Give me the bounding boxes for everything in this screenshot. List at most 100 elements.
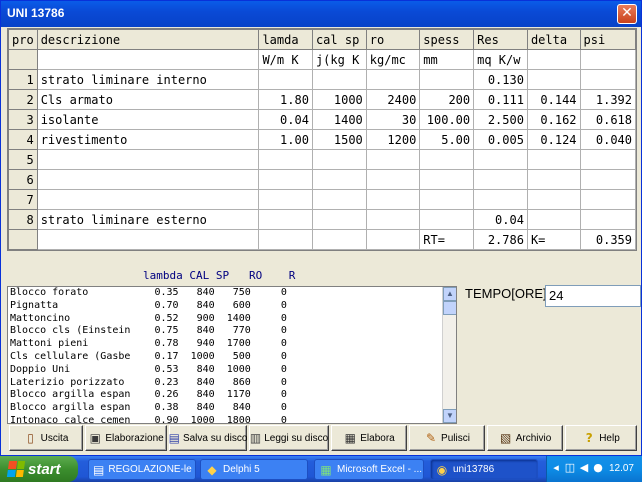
list-item[interactable]: Blocco argilla espan 0.38 840 840 0: [8, 402, 456, 415]
volume-icon[interactable]: ◀: [577, 461, 591, 475]
list-item[interactable]: Mattoni pieni 0.78 940 1700 0: [8, 338, 456, 351]
help-button[interactable]: ? Help: [565, 425, 637, 451]
grid-cell-spess[interactable]: [419, 189, 475, 210]
grid-cell-spess[interactable]: [419, 149, 475, 170]
unit-cell[interactable]: mm: [419, 49, 475, 70]
grid-cell-spess[interactable]: 200: [419, 89, 475, 110]
list-item[interactable]: Pignatta 0.70 840 600 0: [8, 300, 456, 313]
grid-cell-lamda[interactable]: 0.04: [258, 109, 313, 130]
list-item[interactable]: Laterizio porizzato 0.23 840 860 0: [8, 377, 456, 390]
grid-cell-cal[interactable]: [311, 169, 367, 190]
grid-cell-cal[interactable]: [311, 209, 367, 230]
grid-cell-res[interactable]: 0.04: [473, 209, 528, 230]
list-item[interactable]: Intonaco calce cemen 0.90 1000 1800 0: [8, 415, 456, 423]
grid-cell-delta[interactable]: [526, 189, 581, 210]
row-number[interactable]: 2: [8, 89, 38, 110]
grid-cell-psi[interactable]: [579, 209, 636, 230]
grid-cell-lamda[interactable]: [258, 209, 313, 230]
leggi-button[interactable]: ▥ Leggi su disco: [249, 425, 329, 451]
grid-cell-delta[interactable]: 0.144: [526, 89, 581, 110]
grid-cell-spess[interactable]: [419, 169, 475, 190]
list-item[interactable]: Mattoncino 0.52 900 1400 0: [8, 313, 456, 326]
column-header[interactable]: descrizione: [36, 29, 260, 50]
elaborazione-button[interactable]: ▣ Elaborazione: [85, 425, 167, 451]
grid-cell-delta[interactable]: [526, 69, 581, 90]
row-number[interactable]: 4: [8, 129, 38, 150]
unit-cell[interactable]: W/m K: [258, 49, 313, 70]
grid-cell-ro[interactable]: [365, 149, 421, 170]
row-number[interactable]: 7: [8, 189, 38, 210]
list-item[interactable]: Cls cellulare (Gasbe 0.17 1000 500 0: [8, 351, 456, 364]
grid-cell-psi[interactable]: 0.040: [579, 129, 636, 150]
grid-cell-delta[interactable]: [526, 209, 581, 230]
grid-cell-psi[interactable]: 1.392: [579, 89, 636, 110]
grid-cell-psi[interactable]: [579, 189, 636, 210]
grid-cell-res[interactable]: 2.500: [473, 109, 528, 130]
grid-cell-delta[interactable]: 0.124: [526, 129, 581, 150]
unit-cell[interactable]: [36, 49, 260, 70]
unit-cell[interactable]: kg/mc: [365, 49, 421, 70]
row-number[interactable]: 1: [8, 69, 38, 90]
grid-cell-spess[interactable]: 100.00: [419, 109, 475, 130]
grid-cell-desc[interactable]: isolante: [36, 109, 260, 130]
grid-cell-ro[interactable]: 1200: [365, 129, 421, 150]
grid-cell-psi[interactable]: [579, 169, 636, 190]
close-button[interactable]: ✕: [617, 4, 637, 24]
task-delphi[interactable]: ◆ Delphi 5: [200, 459, 308, 480]
empty-cell[interactable]: [258, 229, 313, 250]
grid-cell-ro[interactable]: [365, 69, 421, 90]
grid-cell-ro[interactable]: [365, 189, 421, 210]
grid-cell-psi[interactable]: [579, 69, 636, 90]
grid-cell-desc[interactable]: Cls armato: [36, 89, 260, 110]
empty-cell[interactable]: [36, 229, 260, 250]
antivirus-icon[interactable]: ●: [591, 461, 605, 475]
column-header[interactable]: pro: [8, 29, 38, 50]
column-header[interactable]: cal sp: [311, 29, 367, 50]
title-bar[interactable]: UNI 13786 ✕: [1, 1, 641, 27]
grid-cell-delta[interactable]: 0.162: [526, 109, 581, 130]
row-number[interactable]: 8: [8, 209, 38, 230]
list-item[interactable]: Blocco cls (Einstein 0.75 840 770 0: [8, 325, 456, 338]
materials-list[interactable]: Blocco forato 0.35 840 750 0 Pignatta 0.7…: [7, 286, 457, 424]
network-icon[interactable]: ◫: [563, 461, 577, 475]
materials-scrollbar[interactable]: ▲ ▼: [442, 287, 456, 423]
column-header[interactable]: ro: [365, 29, 421, 50]
empty-cell[interactable]: [311, 229, 367, 250]
column-header[interactable]: Res: [473, 29, 528, 50]
grid-cell-res[interactable]: 0.130: [473, 69, 528, 90]
grid-cell-res[interactable]: [473, 149, 528, 170]
grid-cell-delta[interactable]: [526, 169, 581, 190]
grid-cell-cal[interactable]: 1000: [311, 89, 367, 110]
grid-cell-psi[interactable]: [579, 149, 636, 170]
scroll-up-icon[interactable]: ▲: [443, 287, 456, 301]
grid-cell-desc[interactable]: [36, 189, 260, 210]
pulisci-button[interactable]: ✎ Pulisci: [409, 425, 485, 451]
grid-cell-spess[interactable]: [419, 209, 475, 230]
grid-cell-delta[interactable]: [526, 149, 581, 170]
uscita-button[interactable]: ▯ Uscita: [9, 425, 83, 451]
grid-cell-lamda[interactable]: [258, 149, 313, 170]
tray-arrow-icon[interactable]: ◂: [549, 461, 563, 475]
unit-cell[interactable]: j(kg K: [311, 49, 367, 70]
unit-cell[interactable]: [526, 49, 581, 70]
grid-cell-lamda[interactable]: [258, 169, 313, 190]
grid-cell-ro[interactable]: 2400: [365, 89, 421, 110]
grid-cell-cal[interactable]: [311, 189, 367, 210]
column-header[interactable]: delta: [526, 29, 581, 50]
grid-cell-desc[interactable]: rivestimento: [36, 129, 260, 150]
scroll-thumb[interactable]: [443, 301, 456, 315]
grid-cell-spess[interactable]: 5.00: [419, 129, 475, 150]
grid-cell-ro[interactable]: [365, 209, 421, 230]
grid-cell-desc[interactable]: strato liminare esterno: [36, 209, 260, 230]
grid-cell-res[interactable]: [473, 189, 528, 210]
grid-cell-lamda[interactable]: [258, 69, 313, 90]
grid-cell-ro[interactable]: [365, 169, 421, 190]
grid-cell-cal[interactable]: 1400: [311, 109, 367, 130]
grid-cell-res[interactable]: [473, 169, 528, 190]
grid-cell-psi[interactable]: 0.618: [579, 109, 636, 130]
grid-cell-cal[interactable]: [311, 69, 367, 90]
list-item[interactable]: Doppio Uni 0.53 840 1000 0: [8, 364, 456, 377]
grid-cell-desc[interactable]: [36, 149, 260, 170]
grid-cell-res[interactable]: 0.111: [473, 89, 528, 110]
scroll-down-icon[interactable]: ▼: [443, 409, 456, 423]
